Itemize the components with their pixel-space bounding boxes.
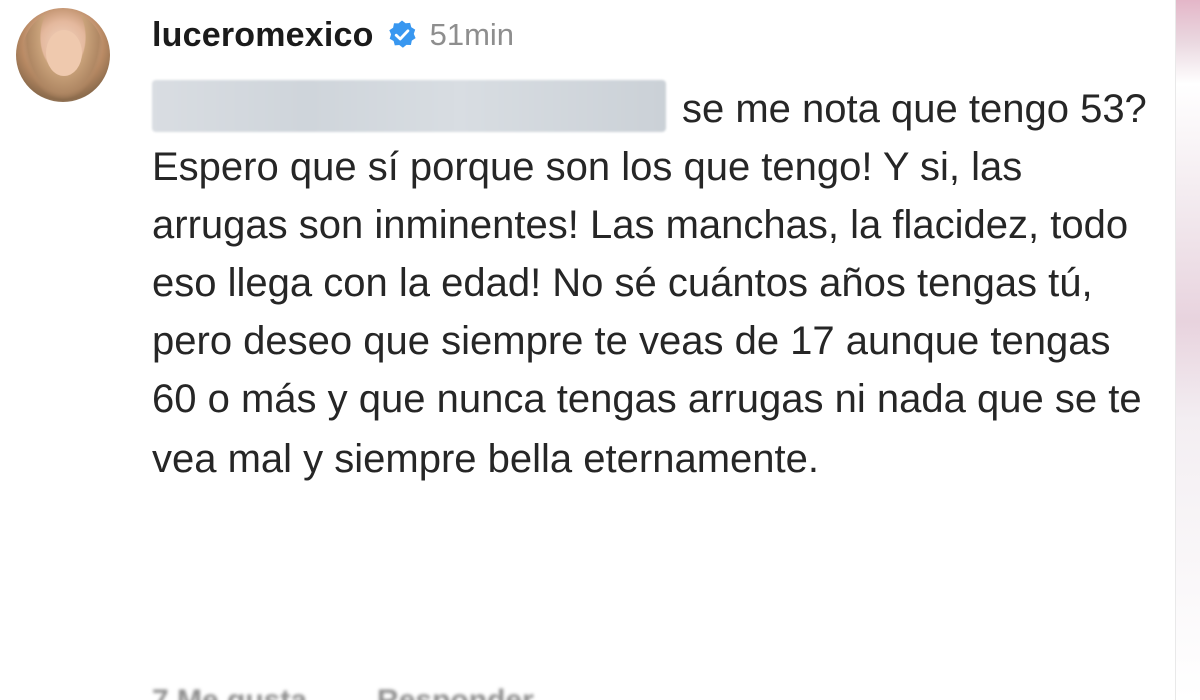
screenshot-stage: luceromexico 51min se me nota que tengo … <box>0 0 1200 700</box>
comment-text: se me nota que tengo 53? Espero que sí p… <box>152 80 1162 488</box>
verified-badge-icon <box>386 19 418 51</box>
adjacent-photo-edge <box>1175 0 1200 700</box>
comment-time: 51min <box>429 17 515 52</box>
comment: luceromexico 51min se me nota que tengo … <box>0 0 1176 700</box>
avatar-face <box>46 30 82 76</box>
raising-hands-icon <box>837 428 901 480</box>
comment-body: se me nota que tengo 53? Espero que sí p… <box>152 87 1147 481</box>
reply-button[interactable]: Responder <box>377 684 534 700</box>
comment-header: luceromexico 51min <box>152 10 514 60</box>
likes-count[interactable]: 7 Me gusta <box>152 684 307 700</box>
username[interactable]: luceromexico <box>152 16 374 55</box>
comment-footer: 7 Me gusta Responder <box>152 684 534 700</box>
avatar[interactable] <box>16 8 110 102</box>
